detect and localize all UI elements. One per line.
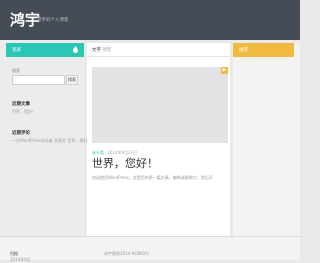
recent-comments-title: 近期评论: [12, 131, 30, 136]
main-header-sub: 博客: [102, 48, 112, 53]
droplet-icon: [73, 46, 78, 53]
left-panel-header-label: 宽屏: [12, 48, 21, 53]
site-title[interactable]: 鸿宇: [10, 11, 40, 29]
right-panel-header[interactable]: 推荐: [233, 43, 294, 57]
footer-copyright: 鸿宇版权2014 HONGYU: [104, 251, 149, 256]
post-meta: 未分类 2014年9月27日: [92, 150, 137, 156]
search-label: 搜索: [12, 68, 20, 73]
recent-posts-title: 近期文章: [12, 102, 30, 107]
post-featured-image[interactable]: ▶: [92, 67, 228, 143]
search-button[interactable]: 搜索: [66, 75, 78, 85]
site-tagline: 鸿宇的个人博客: [37, 18, 69, 23]
site-footer: 归档 2014年9月 鸿宇版权2014 HONGYU: [0, 236, 300, 263]
post-date: 2014年9月27日: [107, 150, 138, 155]
sticky-corner-icon: ▶: [221, 67, 228, 74]
right-sidebar: [233, 43, 300, 236]
recent-comment-link[interactable]: 一位WordPress评论者 发表在 世界，您好！: [12, 138, 91, 144]
main-header-title: 文字: [92, 48, 101, 53]
footer-archive-link[interactable]: 2014年9月: [10, 257, 31, 263]
post-title[interactable]: 世界，您好！: [92, 157, 158, 171]
main-header: 文字 博客: [87, 43, 230, 57]
site-header: 鸿宇 鸿宇的个人博客: [0, 0, 300, 40]
left-panel-header[interactable]: 宽屏: [6, 43, 84, 57]
search-input[interactable]: [12, 75, 65, 85]
post-category-link[interactable]: 未分类: [92, 150, 104, 155]
recent-post-link[interactable]: 世界，您好！: [12, 109, 36, 115]
post-excerpt: 欢迎使用WordPress。这是您的第一篇文章。编辑或删除它，然后开: [92, 175, 213, 180]
right-panel-header-label: 推荐: [239, 48, 248, 53]
